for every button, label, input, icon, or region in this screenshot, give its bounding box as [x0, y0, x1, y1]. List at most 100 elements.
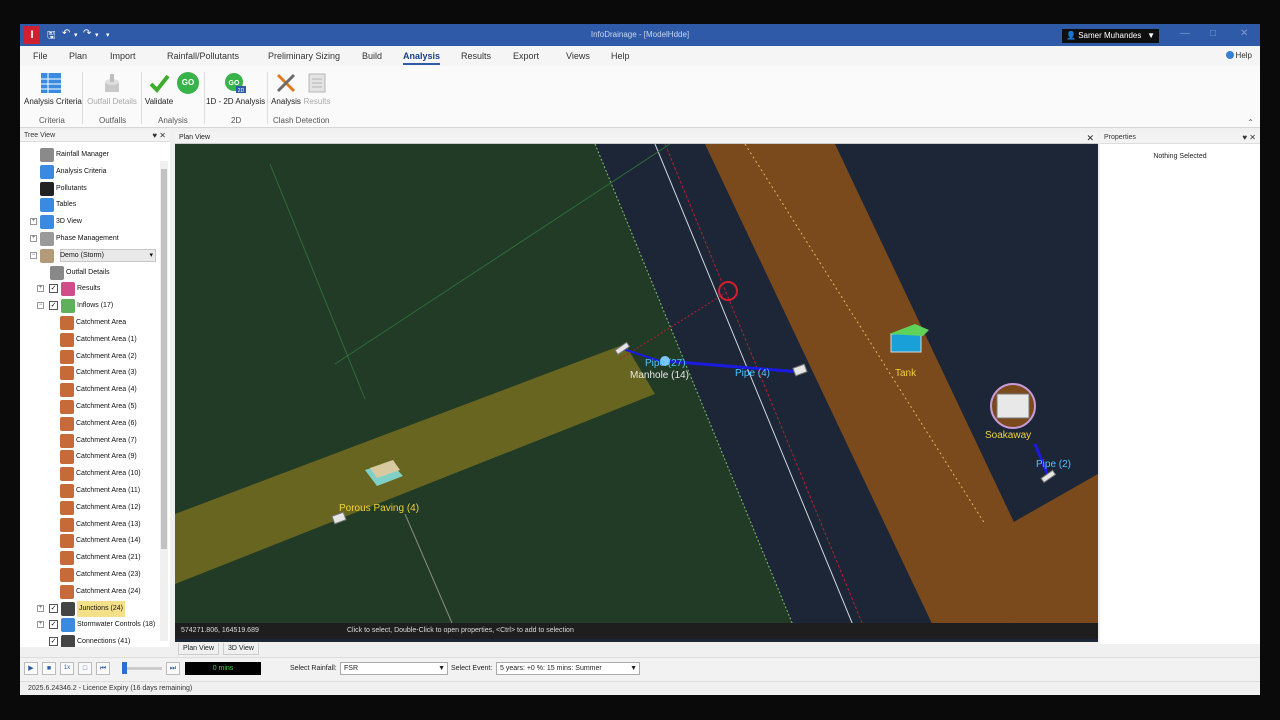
expand-icon[interactable]: + — [30, 218, 37, 226]
tab-views[interactable]: Views — [566, 51, 590, 61]
tree-catchment-area[interactable]: Catchment Area (24) — [20, 584, 158, 600]
tree-phase-demo-storm[interactable]: − ▾ Demo (Storm) — [20, 248, 158, 264]
tree-catchment-area[interactable]: Catchment Area (9) — [20, 449, 158, 465]
tree-connections[interactable]: ✓ Connections (41) — [20, 634, 158, 647]
tree-catchment-area[interactable]: Catchment Area (2) — [20, 349, 158, 365]
close-window-icon[interactable]: ✕ — [1240, 28, 1248, 39]
group-2d: 2D — [231, 116, 242, 125]
analysis-criteria-label: Analysis Criteria — [24, 97, 82, 106]
porous-paving-label[interactable]: Porous Paving (4) — [339, 503, 419, 514]
tree-outfall-details[interactable]: Outfall Details — [20, 265, 158, 281]
tree-catchment-area[interactable]: Catchment Area (11) — [20, 483, 158, 499]
tree-catchment-area[interactable]: Catchment Area (5) — [20, 399, 158, 415]
tree-scrollbar[interactable] — [160, 161, 168, 641]
run-analysis-go-button[interactable]: GO — [176, 72, 200, 97]
tree-catchment-area[interactable]: Catchment Area (10) — [20, 466, 158, 482]
tree-catchment-area[interactable]: Catchment Area (12) — [20, 500, 158, 516]
tab-rainfall-pollutants[interactable]: Rainfall/Pollutants — [167, 51, 239, 61]
validate-button[interactable]: Validate — [144, 72, 174, 106]
tree-tables[interactable]: Tables — [20, 197, 158, 213]
expand-icon[interactable]: + — [30, 235, 37, 242]
tab-analysis[interactable]: Analysis — [403, 51, 441, 65]
plan-view[interactable]: Pipe (27) Manhole (14) Pipe (4) Tank Soa… — [175, 132, 1098, 642]
stop-icon[interactable]: ■ — [42, 662, 56, 675]
analysis-1d-2d-button[interactable]: GO 2D 1D - 2D Analysis — [206, 72, 265, 106]
tree-catchment-area[interactable]: Catchment Area (21) — [20, 550, 158, 566]
clash-results-button[interactable]: Results — [302, 72, 332, 106]
tree-catchment-area[interactable]: Catchment Area (1) — [20, 332, 158, 348]
select-rainfall-label: Select Rainfall: — [290, 665, 337, 672]
tab-help[interactable]: Help — [611, 51, 630, 61]
collapse-ribbon-icon[interactable]: ⌃ — [1247, 118, 1254, 127]
pipe-4-label[interactable]: Pipe (4) — [735, 368, 770, 379]
rainfall-select[interactable]: FSR ▼ — [340, 662, 448, 675]
tree-catchment-area[interactable]: Catchment Area (13) — [20, 517, 158, 533]
expand-icon[interactable]: + — [37, 621, 44, 629]
help-link[interactable]: Help — [1225, 51, 1252, 60]
tab-plan[interactable]: Plan — [69, 51, 87, 61]
visibility-checkbox[interactable]: ✓ — [49, 301, 58, 311]
collapse-icon[interactable]: − — [30, 251, 37, 259]
time-slider-thumb[interactable] — [122, 662, 127, 674]
tree-inflows[interactable]: − ✓ Inflows (17) — [20, 298, 158, 314]
close-icon[interactable]: ✕ — [1086, 132, 1094, 144]
soakaway-label[interactable]: Soakaway — [985, 430, 1031, 441]
tree-rainfall-manager[interactable]: Rainfall Manager — [20, 147, 158, 163]
tab-import[interactable]: Import — [110, 51, 136, 61]
tab-preliminary-sizing[interactable]: Preliminary Sizing — [268, 51, 340, 61]
tree-catchment-area[interactable]: Catchment Area (3) — [20, 365, 158, 381]
tree-catchment-area[interactable]: Catchment Area (23) — [20, 567, 158, 583]
tree-pin-close[interactable]: ♥ ✕ — [152, 130, 166, 142]
tree-results[interactable]: + ✓ Results — [20, 281, 158, 297]
tank-label[interactable]: Tank — [895, 368, 917, 379]
play-icon[interactable]: ▶ — [24, 662, 38, 675]
maximize-icon[interactable]: □ — [1210, 28, 1216, 39]
clash-analysis-button[interactable]: Analysis — [270, 72, 302, 106]
collapse-icon[interactable]: − — [37, 302, 44, 310]
step-icon[interactable]: □ — [78, 662, 92, 675]
tree-junctions[interactable]: + ✓ Junctions (24) — [20, 600, 158, 617]
tab-file[interactable]: File — [33, 51, 48, 61]
tree-catchment-area[interactable]: Catchment Area (6) — [20, 416, 158, 432]
analysis-criteria-button[interactable]: Analysis Criteria — [24, 72, 82, 106]
tree-catchment-area[interactable]: Catchment Area (4) — [20, 382, 158, 398]
tree-phase-management[interactable]: + Phase Management — [20, 231, 158, 247]
pipe-2-label[interactable]: Pipe (2) — [1036, 459, 1071, 470]
tree-pollutants[interactable]: Pollutants — [20, 181, 158, 197]
plan-canvas[interactable]: Pipe (27) Manhole (14) Pipe (4) Tank Soa… — [175, 144, 1098, 630]
visibility-checkbox[interactable]: ✓ — [49, 620, 58, 630]
pipe-27-label[interactable]: Pipe (27) — [645, 358, 686, 369]
expand-icon[interactable]: + — [37, 285, 44, 293]
visibility-checkbox[interactable]: ✓ — [49, 637, 58, 647]
scrollbar-thumb[interactable] — [161, 169, 167, 549]
table-icon — [40, 198, 54, 213]
tree-stormwater-controls[interactable]: + ✓ Stormwater Controls (18) — [20, 617, 158, 633]
user-menu[interactable]: 👤 Samer Muhandes ▼ — [1062, 29, 1159, 43]
skip-end-icon[interactable]: ⏭ — [166, 662, 180, 675]
event-select[interactable]: 5 years: +0 %: 15 mins: Summer ▼ — [496, 662, 640, 675]
tab-plan-view[interactable]: Plan View — [178, 643, 220, 655]
tree-catchment-area[interactable]: Catchment Area (14) — [20, 533, 158, 549]
tab-build[interactable]: Build — [362, 51, 382, 61]
time-slider-track[interactable] — [122, 667, 162, 670]
properties-pin-close[interactable]: ♥ ✕ — [1242, 132, 1256, 144]
tree-catchment-area[interactable]: Catchment Area — [20, 315, 158, 331]
soakaway-icon[interactable] — [990, 383, 1036, 429]
tab-export[interactable]: Export — [513, 51, 539, 61]
visibility-checkbox[interactable]: ✓ — [49, 603, 58, 613]
outfall-icon[interactable] — [1040, 469, 1057, 484]
manhole-14-label[interactable]: Manhole (14) — [630, 370, 689, 381]
tab-results[interactable]: Results — [461, 51, 491, 61]
skip-start-icon[interactable]: ⏮ — [96, 662, 110, 675]
minimize-icon[interactable]: — — [1180, 28, 1190, 39]
junction-icon[interactable] — [792, 363, 808, 377]
visibility-checkbox[interactable]: ✓ — [49, 284, 58, 294]
tab-3d-view[interactable]: 3D View — [223, 643, 259, 655]
tree-3d-view[interactable]: +3D View — [20, 214, 158, 230]
expand-icon[interactable]: + — [37, 604, 44, 612]
tree-analysis-criteria[interactable]: Analysis Criteria — [20, 164, 158, 180]
speed-1x-icon[interactable]: 1x — [60, 662, 74, 675]
outfall-details-button[interactable]: Outfall Details — [86, 72, 138, 106]
tree-item-label: 3D View — [56, 218, 82, 226]
tree-catchment-area[interactable]: Catchment Area (7) — [20, 433, 158, 449]
